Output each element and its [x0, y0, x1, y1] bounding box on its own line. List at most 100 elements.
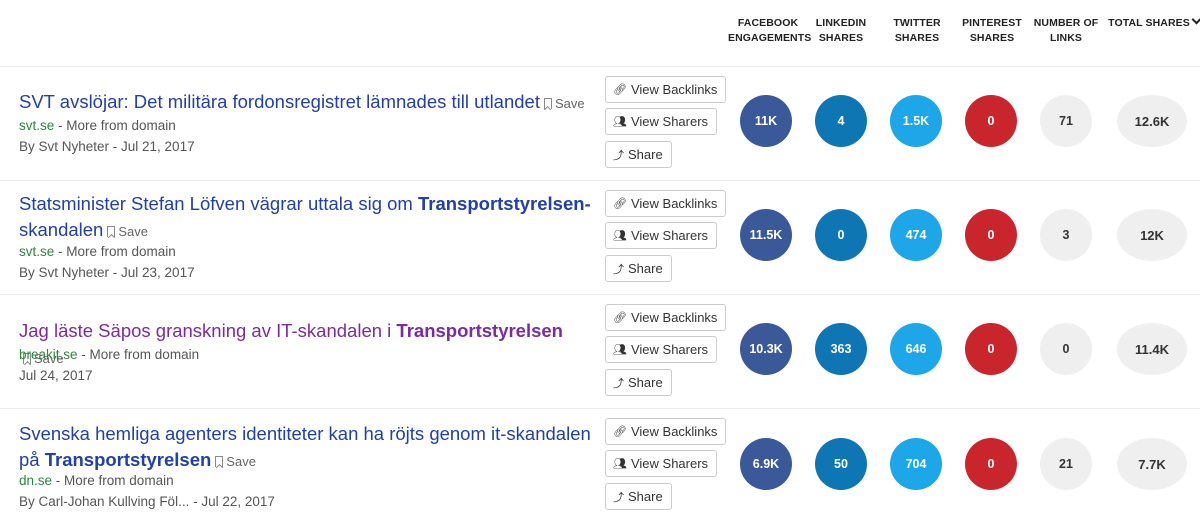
users-icon: 👥︎ — [613, 116, 627, 128]
share-button[interactable]: ⤴︎ Share — [605, 369, 672, 396]
share-button[interactable]: ⤴︎ Share — [605, 255, 672, 282]
facebook-engagements: 11K — [740, 95, 792, 147]
title-highlight[interactable]: Transportstyrelsen — [396, 320, 563, 341]
domain-link[interactable]: svt.se — [19, 244, 54, 259]
byline: By Svt Nyheter - Jul 23, 2017 — [19, 265, 195, 280]
title-highlight[interactable]: Transportstyrelsen- — [418, 193, 591, 214]
total-shares: 12.6K — [1117, 95, 1187, 147]
view-sharers-button[interactable]: 👥︎ View Sharers — [605, 108, 718, 135]
save-button[interactable]: Save — [543, 96, 585, 111]
users-icon: 👥︎ — [613, 230, 627, 242]
button-label: View Backlinks — [630, 82, 718, 97]
facebook-engagements: 6.9K — [740, 438, 792, 490]
byline: By Svt Nyheter - Jul 21, 2017 — [19, 139, 195, 154]
twitter-shares: 474 — [890, 209, 942, 261]
save-button[interactable]: Save — [215, 454, 256, 469]
result-title[interactable]: Svenska hemliga agenters identiteter kan… — [19, 421, 599, 475]
save-button[interactable]: Save — [107, 224, 148, 239]
share-button[interactable]: ⤴︎ Share — [605, 483, 672, 510]
share-icon: ⤴︎ — [613, 377, 624, 390]
pinterest-shares: 0 — [965, 323, 1017, 375]
view-sharers-button[interactable]: 👥︎ View Sharers — [605, 222, 718, 249]
number-of-links[interactable]: 71 — [1040, 95, 1092, 147]
col-linkedin-shares[interactable]: LINKEDIN SHARES — [812, 16, 870, 46]
col-label-line: TWITTER — [893, 17, 941, 29]
number-of-links[interactable]: 3 — [1040, 209, 1092, 261]
result-row: SVT avslöjar: Det militära fordonsregist… — [0, 66, 1200, 180]
view-sharers-button[interactable]: 👥︎ View Sharers — [605, 336, 718, 363]
domain-line: svt.se - More from domain — [19, 244, 176, 259]
link-icon: 🔗︎ — [613, 198, 627, 210]
pinterest-shares: 0 — [965, 209, 1017, 261]
col-label-line: SHARES — [818, 32, 864, 44]
col-label-line: NUMBER OF — [1033, 17, 1099, 29]
twitter-shares: 704 — [890, 438, 942, 490]
share-icon: ⤴︎ — [613, 263, 624, 276]
byline: Jul 24, 2017 — [19, 368, 93, 383]
more-from-domain-link[interactable]: - More from domain — [81, 347, 199, 362]
title-text[interactable]: skandalen — [19, 219, 103, 240]
col-facebook-engagements[interactable]: FACEBOOK ENGAGEMENTS — [728, 16, 812, 46]
button-label: Share — [628, 147, 663, 162]
bookmark-icon — [543, 98, 552, 109]
bookmark-icon — [215, 456, 224, 467]
view-backlinks-button[interactable]: 🔗︎ View Backlinks — [605, 76, 727, 103]
view-backlinks-button[interactable]: 🔗︎ View Backlinks — [605, 190, 727, 217]
more-from-domain-link[interactable]: - More from domain — [56, 473, 174, 488]
domain-link[interactable]: svt.se — [19, 118, 54, 133]
button-label: Share — [628, 489, 663, 504]
title-text[interactable]: Jag läste Säpos granskning av IT-skandal… — [19, 320, 396, 341]
button-label: View Sharers — [630, 342, 709, 357]
domain-link[interactable]: breakit.se — [19, 347, 78, 362]
result-title[interactable]: Statsminister Stefan Löfven vägrar uttal… — [19, 191, 599, 245]
more-from-domain-link[interactable]: - More from domain — [58, 244, 176, 259]
button-label: Share — [628, 261, 663, 276]
result-row: Statsminister Stefan Löfven vägrar uttal… — [0, 180, 1200, 294]
col-total-shares[interactable]: TOTAL SHARES — [1108, 14, 1200, 31]
view-sharers-button[interactable]: 👥︎ View Sharers — [605, 450, 718, 477]
col-label-line: SHARES — [969, 32, 1015, 44]
title-highlight[interactable]: Transportstyrelsen — [45, 449, 212, 470]
result-row: Jag läste Säpos granskning av IT-skandal… — [0, 294, 1200, 408]
button-label: View Sharers — [630, 228, 709, 243]
title-text[interactable]: Statsminister Stefan Löfven vägrar uttal… — [19, 193, 418, 214]
pinterest-shares: 0 — [965, 438, 1017, 490]
share-button[interactable]: ⤴︎ Share — [605, 141, 672, 168]
pinterest-shares: 0 — [965, 95, 1017, 147]
col-twitter-shares[interactable]: TWITTER SHARES — [888, 16, 946, 46]
share-icon: ⤴︎ — [613, 149, 624, 162]
total-shares: 7.7K — [1117, 438, 1187, 490]
col-label-line: LINKEDIN — [815, 17, 867, 29]
domain-line: dn.se - More from domain — [19, 473, 174, 488]
total-shares: 12K — [1117, 209, 1187, 261]
result-title[interactable]: SVT avslöjar: Det militära fordonsregist… — [19, 89, 599, 117]
save-label: Save — [118, 224, 148, 239]
more-from-domain-link[interactable]: - More from domain — [58, 118, 176, 133]
chevron-down-icon — [1191, 14, 1200, 25]
link-icon: 🔗︎ — [613, 426, 627, 438]
twitter-shares: 646 — [890, 323, 942, 375]
users-icon: 👥︎ — [613, 458, 627, 470]
button-label: View Sharers — [630, 456, 709, 471]
number-of-links[interactable]: 0 — [1040, 323, 1092, 375]
twitter-shares: 1.5K — [890, 95, 942, 147]
total-shares: 11.4K — [1117, 323, 1187, 375]
number-of-links[interactable]: 21 — [1040, 438, 1092, 490]
col-label-line: FACEBOOK — [737, 17, 799, 29]
title-text[interactable]: SVT avslöjar: Det militära fordonsregist… — [19, 91, 540, 112]
col-pinterest-shares[interactable]: PINTEREST SHARES — [960, 16, 1024, 46]
domain-link[interactable]: dn.se — [19, 473, 52, 488]
result-title[interactable]: Jag läste Säpos granskning av IT-skandal… — [19, 318, 599, 372]
col-label-line: ENGAGEMENTS — [728, 32, 812, 44]
col-number-of-links[interactable]: NUMBER OF LINKS — [1033, 16, 1099, 46]
button-label: View Backlinks — [630, 196, 718, 211]
col-label-line: TOTAL SHARES — [1108, 17, 1190, 29]
view-backlinks-button[interactable]: 🔗︎ View Backlinks — [605, 304, 727, 331]
col-label-line: LINKS — [1050, 32, 1082, 44]
col-label-line: PINTEREST — [962, 17, 1022, 29]
button-label: View Backlinks — [630, 424, 718, 439]
view-backlinks-button[interactable]: 🔗︎ View Backlinks — [605, 418, 727, 445]
bookmark-icon — [107, 226, 116, 237]
link-icon: 🔗︎ — [613, 84, 627, 96]
users-icon: 👥︎ — [613, 344, 627, 356]
